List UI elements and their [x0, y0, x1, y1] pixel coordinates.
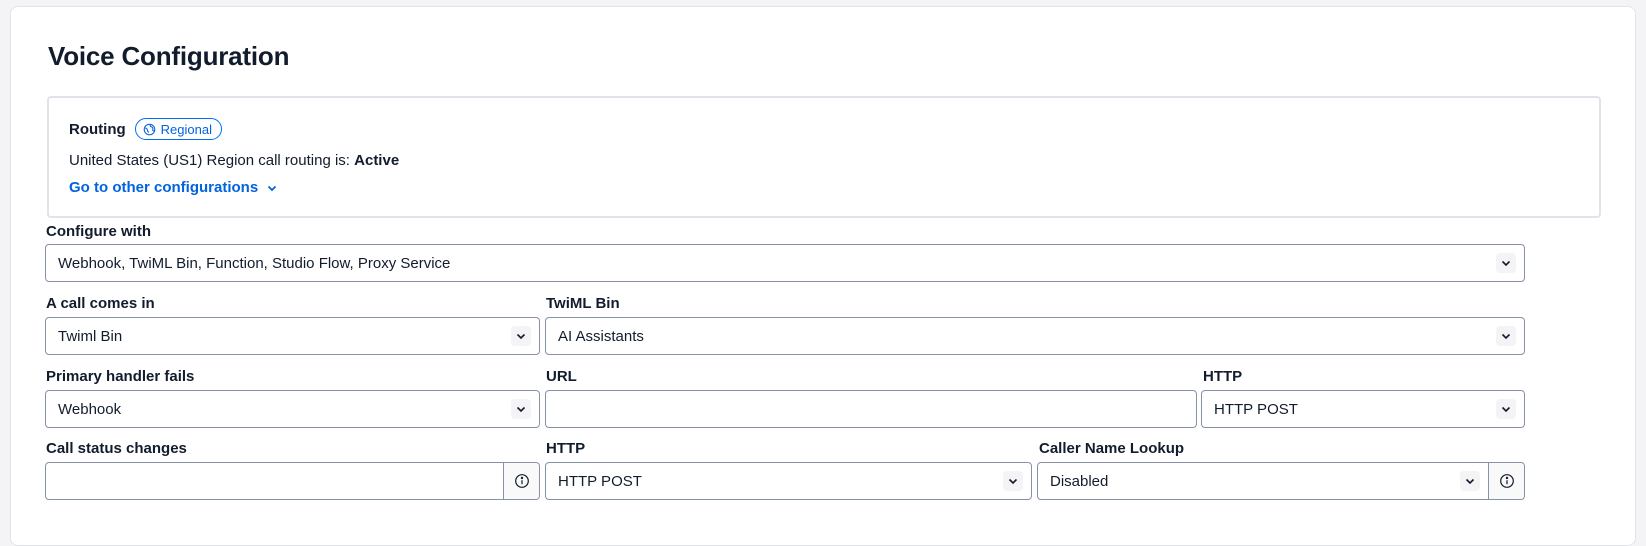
http-status-select[interactable]: HTTP POST — [545, 462, 1032, 500]
http-primary-value: HTTP POST — [1214, 400, 1298, 418]
twiml-bin-select[interactable]: AI Assistants — [545, 317, 1525, 355]
chevron-down-icon — [1496, 399, 1516, 419]
twiml-bin-label: TwiML Bin — [546, 295, 620, 312]
call-status-field[interactable] — [45, 462, 540, 500]
page-title: Voice Configuration — [48, 41, 290, 71]
chevron-down-icon — [1460, 471, 1480, 491]
caller-name-label: Caller Name Lookup — [1039, 440, 1185, 457]
configure-with-label: Configure with — [46, 223, 151, 240]
globe-icon — [143, 123, 155, 135]
primary-handler-select[interactable]: Webhook — [45, 390, 540, 428]
url-field[interactable] — [545, 390, 1197, 428]
chevron-down-icon — [268, 185, 277, 191]
configure-with-value: Webhook, TwiML Bin, Function, Studio Flo… — [58, 254, 451, 272]
info-icon[interactable] — [503, 463, 539, 499]
url-input[interactable] — [546, 391, 1196, 427]
routing-status: United States (US1) Region call routing … — [69, 152, 399, 169]
http-status-value: HTTP POST — [558, 472, 642, 490]
info-icon[interactable] — [1488, 463, 1524, 499]
routing-status-text: United States (US1) Region call routing … — [69, 152, 355, 169]
http-primary-label: HTTP — [1203, 368, 1243, 385]
call-comes-in-select[interactable]: Twiml Bin — [45, 317, 540, 355]
url-label: URL — [546, 368, 577, 385]
chevron-down-icon — [1003, 471, 1023, 491]
chevron-down-icon — [511, 399, 531, 419]
primary-handler-label: Primary handler fails — [46, 368, 195, 385]
routing-status-value: Active — [354, 152, 400, 169]
call-comes-in-label: A call comes in — [46, 295, 155, 312]
routing-panel: Routing Regional United States (US1) Reg… — [47, 96, 1601, 218]
caller-name-value: Disabled — [1050, 472, 1109, 490]
primary-handler-value: Webhook — [58, 400, 122, 418]
caller-name-select[interactable]: Disabled — [1037, 462, 1525, 500]
chevron-down-icon — [511, 326, 531, 346]
voice-configuration-card: Voice Configuration Routing Regional Uni… — [10, 6, 1636, 546]
http-primary-select[interactable]: HTTP POST — [1201, 390, 1525, 428]
call-status-label: Call status changes — [46, 440, 187, 457]
regional-badge: Regional — [134, 118, 222, 140]
http-status-label: HTTP — [546, 440, 586, 457]
badge-label: Regional — [160, 121, 212, 137]
routing-header: Routing Regional — [69, 118, 222, 140]
other-configurations-link[interactable]: Go to other configurations — [69, 179, 278, 196]
chevron-down-icon — [1496, 253, 1516, 273]
call-comes-in-value: Twiml Bin — [58, 327, 123, 345]
configure-with-select[interactable]: Webhook, TwiML Bin, Function, Studio Flo… — [45, 244, 1525, 282]
routing-label: Routing — [69, 120, 126, 138]
twiml-bin-value: AI Assistants — [558, 327, 644, 345]
other-configurations-label: Go to other configurations — [69, 179, 259, 196]
chevron-down-icon — [1496, 326, 1516, 346]
call-status-input[interactable] — [46, 463, 503, 499]
